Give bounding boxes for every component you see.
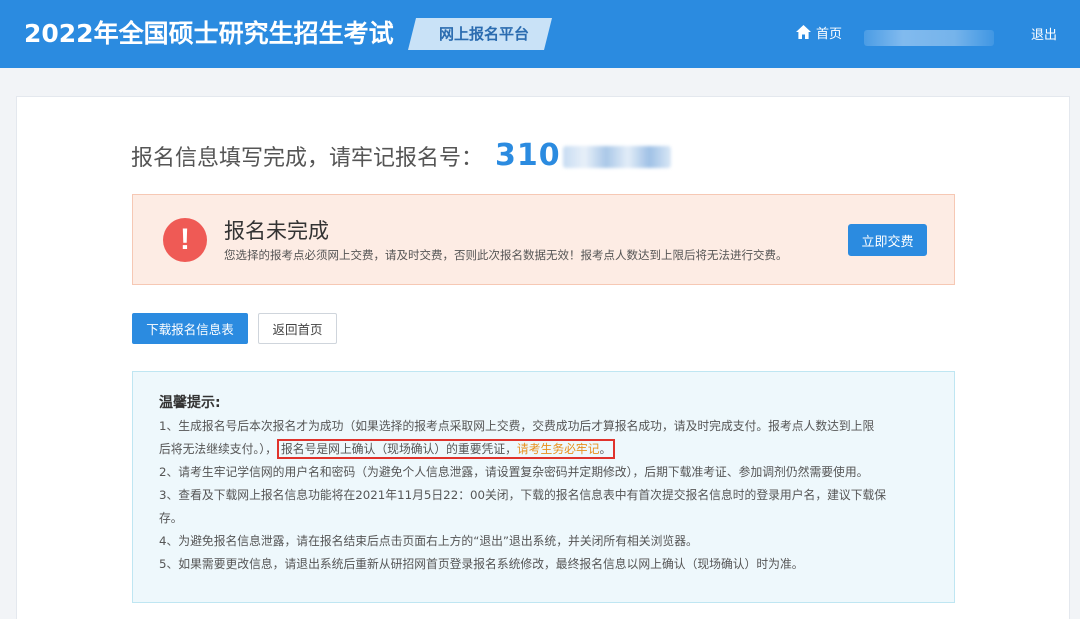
site-title: 2022年全国硕士研究生招生考试: [24, 19, 394, 48]
tip-line-7: 5、如果需要更改信息，请退出系统后重新从研招网首页登录报名系统修改，最终报名信息…: [159, 557, 804, 571]
platform-tag: 网上报名平台: [438, 25, 529, 43]
tip-line-3: 2、请考生牢记学信网的用户名和密码（为避免个人信息泄露，请设置复杂密码并定期修改…: [159, 465, 869, 479]
alert-message: 您选择的报考点必须网上交费，请及时交费，否则此次报名数据无效！报考点人数达到上限…: [224, 248, 788, 262]
highlighted-reminder-end: 。: [599, 442, 612, 456]
tip-line-6: 4、为避免报名信息泄露，请在报名结束后点击页面右上方的“退出”退出系统，并关闭所…: [159, 534, 698, 548]
redacted-username: [864, 30, 994, 46]
logout-link[interactable]: 退出: [1031, 24, 1057, 43]
exclamation-icon: !: [163, 218, 207, 262]
headline-label: 报名信息填写完成，请牢记报名号：: [131, 146, 484, 171]
nav-home-link[interactable]: 首页: [796, 22, 842, 42]
tip-line-2-prefix: 后将无法继续支付。），: [159, 442, 277, 456]
highlighted-reminder: 报名号是网上确认（现场确认）的重要凭证，请考生务必牢记。: [276, 439, 616, 459]
highlighted-reminder-warning: 请考生务必牢记: [516, 442, 600, 456]
tip-line-2: 后将无法继续支付。）， 报名号是网上确认（现场确认）的重要凭证，请考生务必牢记。: [159, 439, 616, 459]
return-home-button[interactable]: 返回首页: [258, 313, 337, 344]
redacted-registration-number: [562, 146, 671, 168]
tip-line-1: 1、生成报名号后本次报名才为成功（如果选择的报考点采取网上交费，交费成功后才算报…: [159, 419, 875, 433]
pay-now-button[interactable]: 立即交费: [848, 224, 927, 256]
top-header-bar: 2022年全国硕士研究生招生考试 网上报名平台 首页 退出: [0, 0, 1080, 68]
tip-line-4: 3、查看及下载网上报名信息功能将在2021年11月5日22：00关闭，下载的报名…: [159, 488, 887, 502]
home-icon: [796, 25, 811, 39]
download-info-button[interactable]: 下载报名信息表: [132, 313, 248, 344]
alert-title: 报名未完成: [224, 219, 329, 243]
highlighted-reminder-text: 报名号是网上确认（现场确认）的重要凭证，: [280, 442, 517, 456]
registration-headline: 报名信息填写完成，请牢记报名号： 310: [131, 138, 671, 173]
nav-home-label[interactable]: 首页: [816, 23, 842, 42]
tips-title: 温馨提示:: [159, 395, 221, 411]
registration-number: 310: [495, 138, 561, 173]
tip-line-5: 存。: [159, 511, 183, 525]
